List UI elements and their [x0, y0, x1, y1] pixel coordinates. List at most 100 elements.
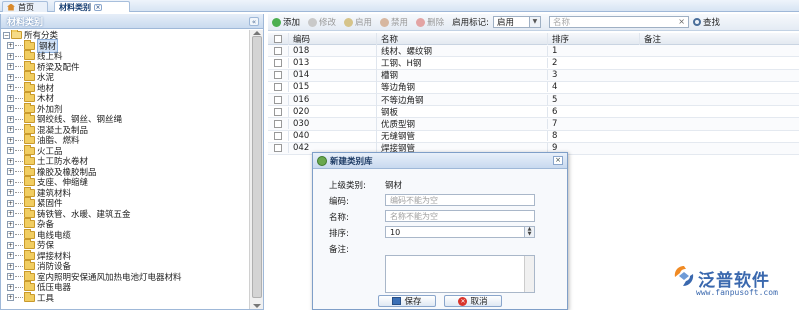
table-row[interactable]: 013 工钢、H钢 2 [268, 56, 799, 70]
stepper-arrows-icon[interactable]: ▲ ▼ [524, 227, 534, 237]
row-checkbox[interactable] [274, 95, 282, 104]
row-checkbox[interactable] [274, 46, 282, 55]
folder-icon [24, 71, 35, 82]
column-header-sort[interactable]: 排序 [547, 32, 639, 45]
search-button-label: 查找 [702, 18, 720, 28]
delete-button[interactable]: 删除 [412, 15, 448, 30]
tree-panel-title: 材料类别 [7, 17, 44, 28]
add-button[interactable]: 添加 [268, 15, 304, 30]
clear-search-icon[interactable]: × [678, 17, 685, 26]
table-row[interactable]: 015 等边角钢 4 [268, 81, 799, 94]
folder-icon [24, 228, 35, 239]
collapse-panel-button[interactable]: « [249, 17, 259, 26]
table-row[interactable]: 030 优质型钢 7 [268, 117, 799, 131]
tree-item-label: 工具 [37, 293, 55, 304]
expand-node-icon[interactable]: + [7, 231, 14, 239]
tab-material-category[interactable]: 材料类别 × [54, 1, 130, 12]
parent-category-value: 钢材 [385, 181, 403, 191]
expand-node-icon[interactable]: + [7, 294, 14, 302]
search-button[interactable]: 查找 [692, 16, 720, 28]
dialog-titlebar: 新建类别库 [313, 153, 567, 169]
table-row[interactable]: 020 钢板 6 [268, 105, 799, 119]
expand-node-icon[interactable]: + [7, 73, 14, 81]
row-checkbox[interactable] [274, 83, 282, 92]
close-icon[interactable]: × [94, 3, 102, 11]
collapse-node-icon[interactable]: − [3, 31, 10, 39]
tree-connector [15, 276, 23, 278]
tree-item[interactable]: + 工具 [1, 291, 249, 304]
tree-connector [15, 129, 23, 131]
row-checkbox[interactable] [274, 58, 282, 67]
table-row[interactable]: 040 无缝钢管 8 [268, 130, 799, 143]
note-field-label-wrap: 备注: [329, 243, 385, 255]
code-placeholder: 编码不能为空 [390, 195, 438, 205]
expand-node-icon[interactable]: + [7, 252, 14, 260]
cell-name: 不等边角钢 [376, 93, 547, 106]
row-checkbox[interactable] [274, 107, 282, 116]
delete-button-label: 删除 [427, 18, 445, 28]
tree-scrollbar[interactable] [249, 30, 263, 309]
expand-node-icon[interactable]: + [7, 262, 14, 270]
chevron-down-icon[interactable]: ▼ [528, 17, 540, 27]
search-input[interactable]: 名称 × [548, 16, 689, 28]
save-button[interactable]: 保存 [378, 295, 436, 307]
expand-node-icon[interactable]: + [7, 178, 14, 186]
tab-home[interactable]: 首页 [2, 1, 48, 12]
row-checkbox[interactable] [274, 119, 282, 128]
row-checkbox[interactable] [274, 144, 282, 153]
cell-code: 014 [288, 70, 376, 81]
expand-node-icon[interactable]: + [7, 94, 14, 102]
table-row[interactable]: 016 不等边角钢 5 [268, 93, 799, 107]
expand-node-icon[interactable]: + [7, 42, 14, 50]
sort-stepper[interactable]: 10 ▲ ▼ [385, 226, 535, 238]
expand-node-icon[interactable]: + [7, 147, 14, 155]
column-header-name[interactable]: 名称 [376, 32, 547, 45]
scrollbar-thumb[interactable] [252, 36, 262, 298]
textarea-scrollbar[interactable] [524, 256, 534, 292]
dialog-body: 上级类别: 钢材 编码: 编码不能为空 名称: 名称不能为空 排序: 10 ▲ ▼… [313, 169, 567, 309]
table-row[interactable]: 014 槽钢 3 [268, 69, 799, 82]
expand-node-icon[interactable]: + [7, 210, 14, 218]
tree-panel-header: 材料类别 [1, 14, 263, 29]
expand-node-icon[interactable]: + [7, 84, 14, 92]
code-input[interactable]: 编码不能为空 [385, 194, 535, 206]
parent-category-field: 上级类别: 钢材 [329, 179, 402, 191]
company-logo: 泛普软件 www.fanpusoft.com [672, 262, 796, 308]
table-row[interactable]: 018 线材、螺纹钢 1 [268, 44, 799, 58]
scroll-down-arrow-icon[interactable] [253, 304, 261, 308]
expand-node-icon[interactable]: + [7, 220, 14, 228]
expand-node-icon[interactable]: + [7, 126, 14, 134]
expand-node-icon[interactable]: + [7, 199, 14, 207]
expand-node-icon[interactable]: + [7, 241, 14, 249]
folder-icon [24, 207, 35, 218]
column-header-code[interactable]: 编码 [288, 32, 376, 45]
search-placeholder: 名称 [552, 18, 570, 28]
scroll-up-arrow-icon[interactable] [253, 31, 261, 35]
name-input[interactable]: 名称不能为空 [385, 210, 535, 222]
row-checkbox[interactable] [274, 71, 282, 80]
cell-sort: 3 [547, 70, 639, 81]
expand-node-icon[interactable]: + [7, 136, 14, 144]
edit-button[interactable]: 修改 [304, 15, 340, 30]
expand-node-icon[interactable]: + [7, 168, 14, 176]
expand-node-icon[interactable]: + [7, 105, 14, 113]
expand-node-icon[interactable]: + [7, 115, 14, 123]
cell-sort: 6 [547, 106, 639, 117]
enable-flag-select[interactable]: 启用 ▼ [492, 16, 541, 28]
note-textarea[interactable] [385, 255, 535, 293]
row-checkbox[interactable] [274, 132, 282, 141]
expand-node-icon[interactable]: + [7, 52, 14, 60]
folder-icon [24, 144, 35, 155]
column-header-note[interactable]: 备注 [639, 32, 789, 45]
expand-node-icon[interactable]: + [7, 283, 14, 291]
cancel-button[interactable]: ✕ 取消 [444, 295, 502, 307]
select-all-checkbox[interactable] [274, 34, 282, 43]
expand-node-icon[interactable]: + [7, 273, 14, 281]
disable-button[interactable]: 禁用 [376, 15, 412, 30]
disable-button-label: 禁用 [391, 18, 409, 28]
expand-node-icon[interactable]: + [7, 63, 14, 71]
expand-node-icon[interactable]: + [7, 189, 14, 197]
expand-node-icon[interactable]: + [7, 157, 14, 165]
enable-button[interactable]: 启用 [340, 15, 376, 30]
dialog-close-icon[interactable]: × [553, 156, 563, 165]
